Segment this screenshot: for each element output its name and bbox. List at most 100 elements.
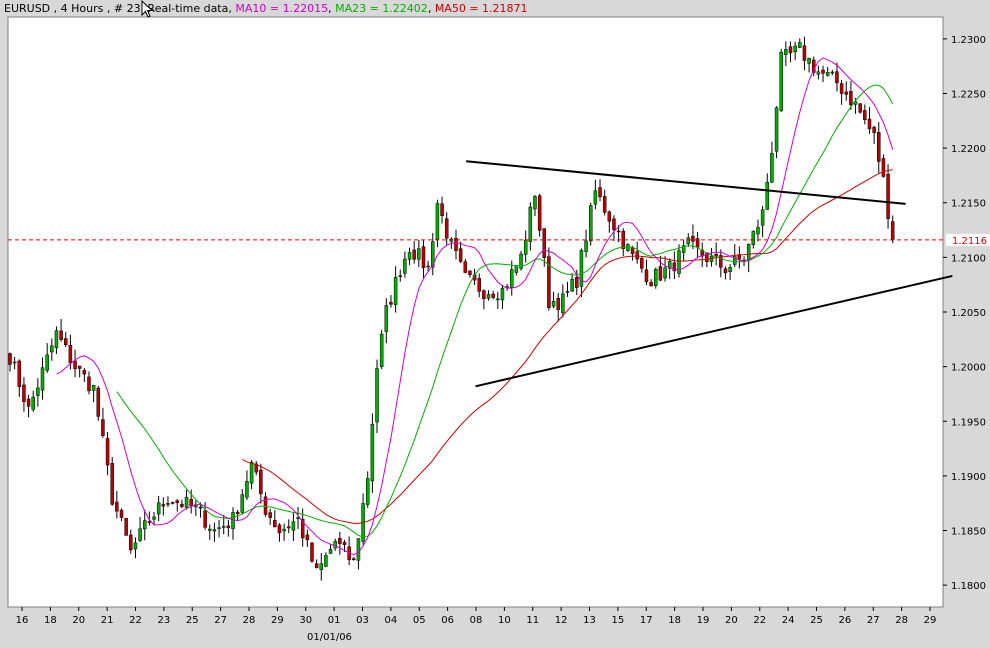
bull-candle bbox=[333, 541, 337, 549]
bear-candle bbox=[180, 503, 184, 508]
bear-candle bbox=[389, 301, 393, 305]
bull-candle bbox=[138, 528, 142, 541]
bull-candle bbox=[356, 538, 361, 561]
bull-candle bbox=[328, 549, 333, 554]
x-tick-label: 23 bbox=[158, 615, 171, 626]
bear-candle bbox=[170, 502, 175, 504]
bear-candle bbox=[802, 45, 807, 61]
bear-candle bbox=[877, 132, 881, 162]
bull-candle bbox=[221, 526, 226, 528]
bear-candle bbox=[723, 268, 728, 274]
bear-candle bbox=[482, 290, 486, 299]
bear-candle bbox=[87, 376, 91, 392]
bull-candle bbox=[407, 252, 412, 260]
x-tick-label: 30 bbox=[299, 615, 312, 626]
bear-candle bbox=[607, 211, 612, 222]
x-tick-label: 10 bbox=[498, 615, 511, 626]
y-tick-label: 1.1900 bbox=[951, 472, 986, 483]
bull-candle bbox=[184, 497, 189, 508]
bear-candle bbox=[96, 387, 101, 417]
bull-candle bbox=[751, 231, 756, 245]
bear-candle bbox=[17, 360, 22, 387]
bull-candle bbox=[379, 333, 384, 368]
bear-candle bbox=[175, 500, 179, 503]
x-tick-label: 29 bbox=[271, 615, 284, 626]
bull-candle bbox=[231, 512, 235, 530]
bear-candle bbox=[658, 266, 663, 281]
bear-candle bbox=[491, 293, 495, 298]
bear-candle bbox=[556, 297, 560, 311]
bull-candle bbox=[50, 345, 54, 353]
bear-candle bbox=[881, 158, 886, 177]
bear-candle bbox=[226, 525, 231, 528]
bull-candle bbox=[728, 266, 732, 273]
bear-candle bbox=[788, 46, 793, 54]
bear-candle bbox=[872, 126, 876, 133]
bear-candle bbox=[398, 275, 402, 277]
x-tick-label: 29 bbox=[924, 615, 937, 626]
bull-candle bbox=[426, 265, 430, 268]
bear-candle bbox=[287, 526, 291, 529]
bull-candle bbox=[760, 209, 765, 226]
bull-candle bbox=[519, 253, 523, 269]
bear-candle bbox=[64, 338, 68, 345]
bear-candle bbox=[649, 282, 653, 287]
bear-candle bbox=[115, 501, 119, 512]
bull-candle bbox=[217, 527, 221, 529]
bull-candle bbox=[784, 49, 788, 55]
bear-candle bbox=[119, 509, 124, 518]
bull-candle bbox=[393, 277, 398, 305]
x-tick-label: 20 bbox=[725, 615, 738, 626]
bear-candle bbox=[110, 462, 114, 505]
bear-candle bbox=[468, 270, 472, 276]
mouse-pointer-icon bbox=[141, 0, 154, 18]
bull-candle bbox=[756, 227, 760, 235]
bear-candle bbox=[714, 253, 718, 257]
bear-candle bbox=[82, 370, 87, 375]
y-tick-label: 1.2100 bbox=[951, 253, 986, 264]
bull-candle bbox=[686, 237, 691, 245]
bull-candle bbox=[816, 71, 821, 75]
bear-candle bbox=[890, 221, 895, 241]
x-tick-label: 28 bbox=[243, 615, 256, 626]
bear-candle bbox=[844, 91, 848, 95]
bear-candle bbox=[259, 469, 263, 495]
y-tick-label: 1.2200 bbox=[951, 144, 986, 155]
bear-candle bbox=[189, 498, 193, 507]
bear-candle bbox=[352, 558, 356, 560]
bull-candle bbox=[245, 481, 249, 498]
x-tick-label: 18 bbox=[668, 615, 681, 626]
price-chart[interactable]: 1.2300 1.2250 1.2200 1.2150 1.2100 1.2050 1.20… bbox=[0, 0, 990, 648]
x-tick-label: 03 bbox=[356, 615, 369, 626]
bear-candle bbox=[268, 512, 272, 518]
bull-candle bbox=[584, 240, 588, 252]
bear-candle bbox=[198, 506, 203, 509]
bear-candle bbox=[886, 173, 890, 219]
bull-candle bbox=[746, 244, 751, 261]
bear-candle bbox=[273, 519, 277, 528]
bull-candle bbox=[31, 396, 35, 410]
chart-frame: EURUSD , 4 Hours , # 23, Real-time data,… bbox=[0, 0, 990, 648]
bull-candle bbox=[570, 278, 574, 292]
x-tick-label: 08 bbox=[470, 615, 483, 626]
bear-candle bbox=[412, 249, 416, 260]
y-tick-label: 1.2150 bbox=[951, 199, 986, 210]
x-tick-label: 01 bbox=[328, 615, 341, 626]
bull-candle bbox=[663, 267, 667, 279]
bear-candle bbox=[77, 365, 82, 369]
y-tick-label: 1.2000 bbox=[951, 363, 986, 374]
bear-candle bbox=[22, 384, 26, 402]
y-tick-label: 1.1800 bbox=[951, 581, 986, 592]
bear-candle bbox=[305, 534, 310, 541]
y-axis: 1.2300 1.2250 1.2200 1.2150 1.2100 1.2050 1.20… bbox=[943, 35, 986, 592]
bull-candle bbox=[156, 502, 161, 515]
bull-candle bbox=[365, 478, 370, 505]
bear-candle bbox=[640, 258, 644, 269]
bull-candle bbox=[142, 520, 147, 530]
x-tick-label: 06 bbox=[441, 615, 454, 626]
y-tick-label: 1.2250 bbox=[951, 89, 986, 100]
bear-candle bbox=[463, 261, 468, 273]
x-tick-label: 27 bbox=[867, 615, 880, 626]
bear-candle bbox=[203, 510, 207, 528]
bear-candle bbox=[858, 103, 862, 113]
